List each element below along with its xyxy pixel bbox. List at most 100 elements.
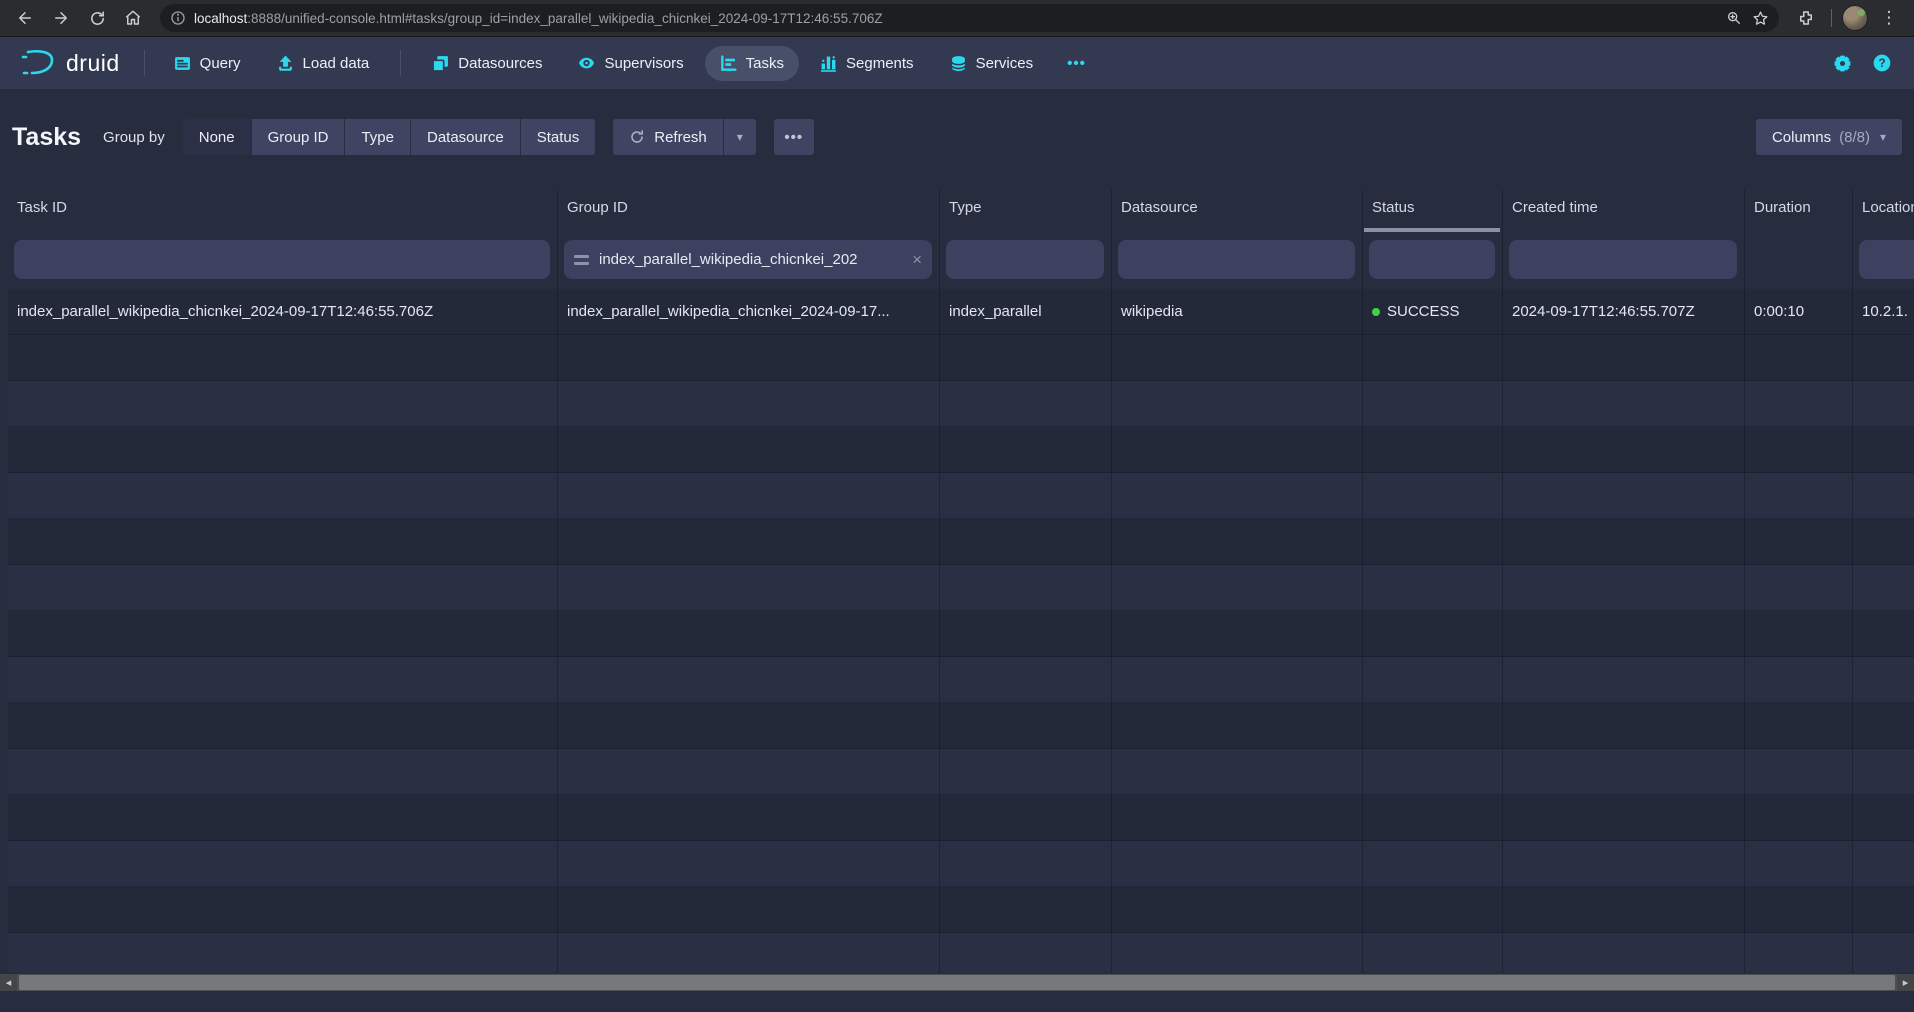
empty-cell xyxy=(940,473,1112,519)
empty-cell xyxy=(8,749,558,795)
forward-icon[interactable] xyxy=(46,3,76,33)
empty-cell xyxy=(940,427,1112,473)
divider xyxy=(400,50,401,76)
column-header-datasource[interactable]: Datasource xyxy=(1112,190,1363,232)
url-bar[interactable]: localhost:8888/unified-console.html#task… xyxy=(160,4,1779,32)
empty-cell xyxy=(940,519,1112,565)
brand-name: druid xyxy=(66,50,120,77)
remove-filter-icon[interactable]: × xyxy=(912,251,922,268)
cell-created_time[interactable]: 2024-09-17T12:46:55.707Z xyxy=(1503,289,1745,335)
column-header-duration[interactable]: Duration xyxy=(1745,190,1853,232)
nav-item-services[interactable]: Services xyxy=(935,46,1049,81)
column-header-created-time[interactable]: Created time xyxy=(1503,190,1745,232)
column-header-location[interactable]: Location xyxy=(1853,190,1914,232)
empty-cell xyxy=(558,473,940,519)
empty-cell xyxy=(940,795,1112,841)
nav-item-label: Supervisors xyxy=(604,55,683,72)
column-header-task-id[interactable]: Task ID xyxy=(8,190,558,232)
empty-cell xyxy=(1503,427,1745,473)
nav-item-supervisors[interactable]: Supervisors xyxy=(563,46,698,81)
empty-row xyxy=(8,611,1914,657)
zoom-page-icon[interactable] xyxy=(1726,10,1742,26)
filter-input-task-id[interactable] xyxy=(14,240,550,279)
cell-duration[interactable]: 0:00:10 xyxy=(1745,289,1853,335)
group-by-type-button[interactable]: Type xyxy=(345,119,410,155)
empty-cell xyxy=(1745,749,1853,795)
empty-cell xyxy=(1112,611,1363,657)
status-text: SUCCESS xyxy=(1387,303,1460,320)
nav-item-segments[interactable]: Segments xyxy=(805,46,929,81)
empty-cell xyxy=(558,335,940,381)
home-icon[interactable] xyxy=(118,3,148,33)
druid-logo[interactable]: druid xyxy=(14,48,130,78)
cell-location[interactable]: 10.2.1. xyxy=(1853,289,1914,335)
empty-cell xyxy=(1112,841,1363,887)
group-by-status-button[interactable]: Status xyxy=(521,119,596,155)
empty-row xyxy=(8,795,1914,841)
columns-button[interactable]: Columns (8/8) ▾ xyxy=(1756,119,1902,155)
group-by-none-button[interactable]: None xyxy=(183,119,251,155)
empty-cell xyxy=(940,749,1112,795)
nav-item-load-data[interactable]: Load data xyxy=(262,46,385,81)
site-info-icon[interactable] xyxy=(170,10,186,26)
reload-icon[interactable] xyxy=(82,3,112,33)
cell-datasource[interactable]: wikipedia xyxy=(1112,289,1363,335)
settings-gear-icon[interactable] xyxy=(1833,54,1852,73)
nav-item-datasources[interactable]: Datasources xyxy=(417,46,557,81)
empty-cell xyxy=(940,703,1112,749)
filter-input-type[interactable] xyxy=(946,240,1104,279)
empty-cell xyxy=(1745,381,1853,427)
extensions-icon[interactable] xyxy=(1791,3,1821,33)
cell-type[interactable]: index_parallel xyxy=(940,289,1112,335)
empty-cell xyxy=(1363,611,1503,657)
nav-item-query[interactable]: Query xyxy=(159,46,256,81)
empty-cell xyxy=(1112,427,1363,473)
scroll-right-arrow-icon[interactable]: ▸ xyxy=(1897,974,1914,991)
cell-group_id[interactable]: index_parallel_wikipedia_chicnkei_2024-0… xyxy=(558,289,940,335)
empty-row xyxy=(8,703,1914,749)
scroll-left-arrow-icon[interactable]: ◂ xyxy=(0,974,17,991)
nav-item-tasks[interactable]: Tasks xyxy=(705,46,799,81)
refresh-button[interactable]: Refresh xyxy=(613,119,723,155)
status-success-dot xyxy=(1372,308,1380,316)
back-icon[interactable] xyxy=(10,3,40,33)
empty-cell xyxy=(1363,381,1503,427)
filter-input-datasource[interactable] xyxy=(1118,240,1355,279)
filter-input-group-id[interactable]: index_parallel_wikipedia_chicnkei_202× xyxy=(564,240,932,279)
empty-cell xyxy=(1745,473,1853,519)
datasources-icon xyxy=(432,55,449,72)
empty-cell xyxy=(1112,703,1363,749)
tasks-table: Task IDGroup IDTypeDatasourceStatusCreat… xyxy=(0,190,1914,979)
horizontal-scrollbar[interactable]: ◂ ▸ xyxy=(0,973,1914,991)
nav-more-button[interactable]: ••• xyxy=(1052,46,1101,81)
help-icon[interactable]: ? xyxy=(1872,53,1892,73)
profile-avatar[interactable] xyxy=(1842,5,1868,31)
segments-icon xyxy=(820,55,837,72)
toolbar-more-button[interactable]: ••• xyxy=(774,119,814,155)
empty-cell xyxy=(1503,703,1745,749)
empty-cell xyxy=(1112,335,1363,381)
filter-input-created-time[interactable] xyxy=(1509,240,1737,279)
cell-status[interactable]: SUCCESS xyxy=(1363,289,1503,335)
filter-input-status[interactable] xyxy=(1369,240,1495,279)
column-header-status[interactable]: Status xyxy=(1363,190,1503,232)
table-filter-row: index_parallel_wikipedia_chicnkei_202× xyxy=(8,232,1914,289)
cell-task_id[interactable]: index_parallel_wikipedia_chicnkei_2024-0… xyxy=(8,289,558,335)
empty-cell xyxy=(940,657,1112,703)
refresh-interval-caret-button[interactable]: ▾ xyxy=(724,119,756,155)
scrollbar-thumb[interactable] xyxy=(19,975,1895,990)
svg-text:?: ? xyxy=(1878,57,1885,70)
column-header-group-id[interactable]: Group ID xyxy=(558,190,940,232)
menu-kebab-icon[interactable]: ⋮ xyxy=(1874,3,1904,33)
filter-input-location[interactable] xyxy=(1859,240,1914,279)
empty-cell xyxy=(8,381,558,427)
column-header-type[interactable]: Type xyxy=(940,190,1112,232)
filter-cell-datasource xyxy=(1112,232,1363,289)
group-by-datasource-button[interactable]: Datasource xyxy=(411,119,520,155)
empty-cell xyxy=(1503,749,1745,795)
url-text: localhost:8888/unified-console.html#task… xyxy=(194,11,883,26)
task-row[interactable]: index_parallel_wikipedia_chicnkei_2024-0… xyxy=(8,289,1914,335)
chevron-down-icon: ▾ xyxy=(737,130,743,144)
bookmark-star-icon[interactable] xyxy=(1752,10,1769,27)
group-by-group-id-button[interactable]: Group ID xyxy=(252,119,345,155)
